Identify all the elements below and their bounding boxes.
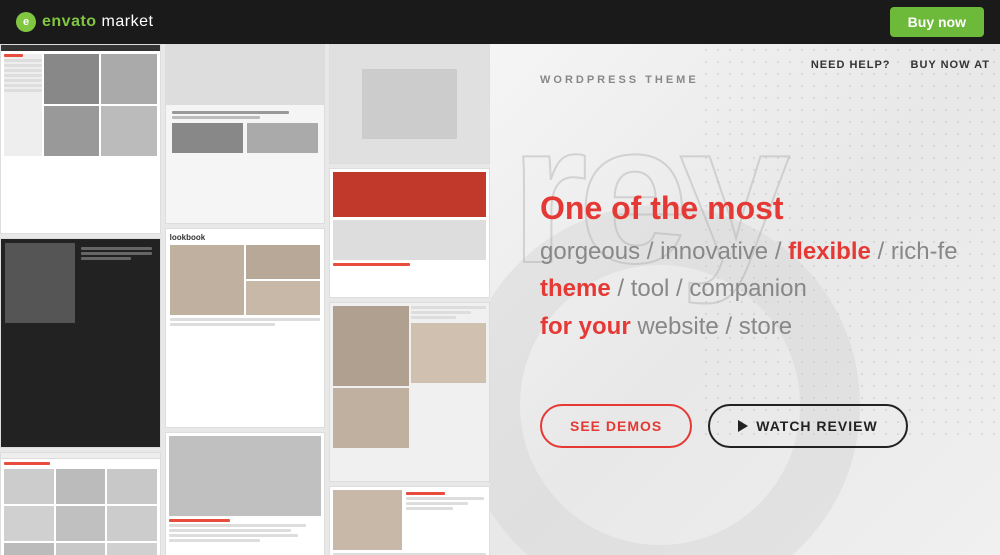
need-help-link[interactable]: NEED HELP? xyxy=(811,59,891,71)
screenshot-col-1 xyxy=(0,44,161,555)
watch-review-label: WATCH REVIEW xyxy=(756,418,877,434)
screenshot-item xyxy=(329,168,490,298)
hero-line2-pre: gorgeous / innovative / xyxy=(540,238,788,265)
buy-now-button[interactable]: Buy now xyxy=(890,7,984,37)
buy-now-at-link[interactable]: BUY NOW AT xyxy=(911,59,990,71)
hero-foryour-bold: for your xyxy=(540,313,631,340)
hero-line2-bold: flexible xyxy=(788,238,871,265)
screenshot-item xyxy=(0,44,161,234)
hero-line-3: theme / tool / companion xyxy=(540,272,970,306)
logo-text: envato market xyxy=(42,13,153,31)
hero-line3-rest: / tool / companion xyxy=(611,275,807,302)
screenshot-item xyxy=(165,44,326,224)
screenshot-item: lookbook xyxy=(165,228,326,428)
screenshots-panel: lookbook xyxy=(0,44,490,555)
screenshot-col-2: lookbook xyxy=(165,44,326,555)
screenshot-item xyxy=(0,238,161,448)
hero-line-1: One of the most xyxy=(540,186,970,231)
navbar: e envato market Buy now xyxy=(0,0,1000,44)
envato-icon: e xyxy=(16,12,36,32)
screenshot-item xyxy=(165,432,326,555)
right-top-nav: NEED HELP? BUY NOW AT xyxy=(811,59,990,71)
hero-line2-post: / rich-fe xyxy=(871,238,958,265)
hero-line4-rest: website / store xyxy=(631,313,792,340)
hero-theme-bold: theme xyxy=(540,275,611,302)
play-icon xyxy=(738,420,748,432)
right-panel: NEED HELP? BUY NOW AT WORDPRESS THEME re… xyxy=(490,44,1000,555)
logo: e envato market xyxy=(16,12,153,32)
hero-line-4: for your website / store xyxy=(540,310,970,344)
hero-line1-text: One of the most xyxy=(540,190,784,226)
main-content: lookbook xyxy=(0,44,1000,555)
screenshot-col-3 xyxy=(329,44,490,555)
cta-buttons: SEE DEMOS WATCH REVIEW xyxy=(540,404,970,448)
screenshot-item xyxy=(329,486,490,555)
wordpress-theme-label: WORDPRESS THEME xyxy=(540,74,970,86)
see-demos-button[interactable]: SEE DEMOS xyxy=(540,404,692,448)
screenshot-item xyxy=(329,302,490,482)
hero-line-2: gorgeous / innovative / flexible / rich-… xyxy=(540,235,970,269)
screenshot-item xyxy=(0,452,161,555)
hero-text: One of the most gorgeous / innovative / … xyxy=(540,186,970,344)
watch-review-button[interactable]: WATCH REVIEW xyxy=(708,404,907,448)
screenshot-item xyxy=(329,44,490,164)
